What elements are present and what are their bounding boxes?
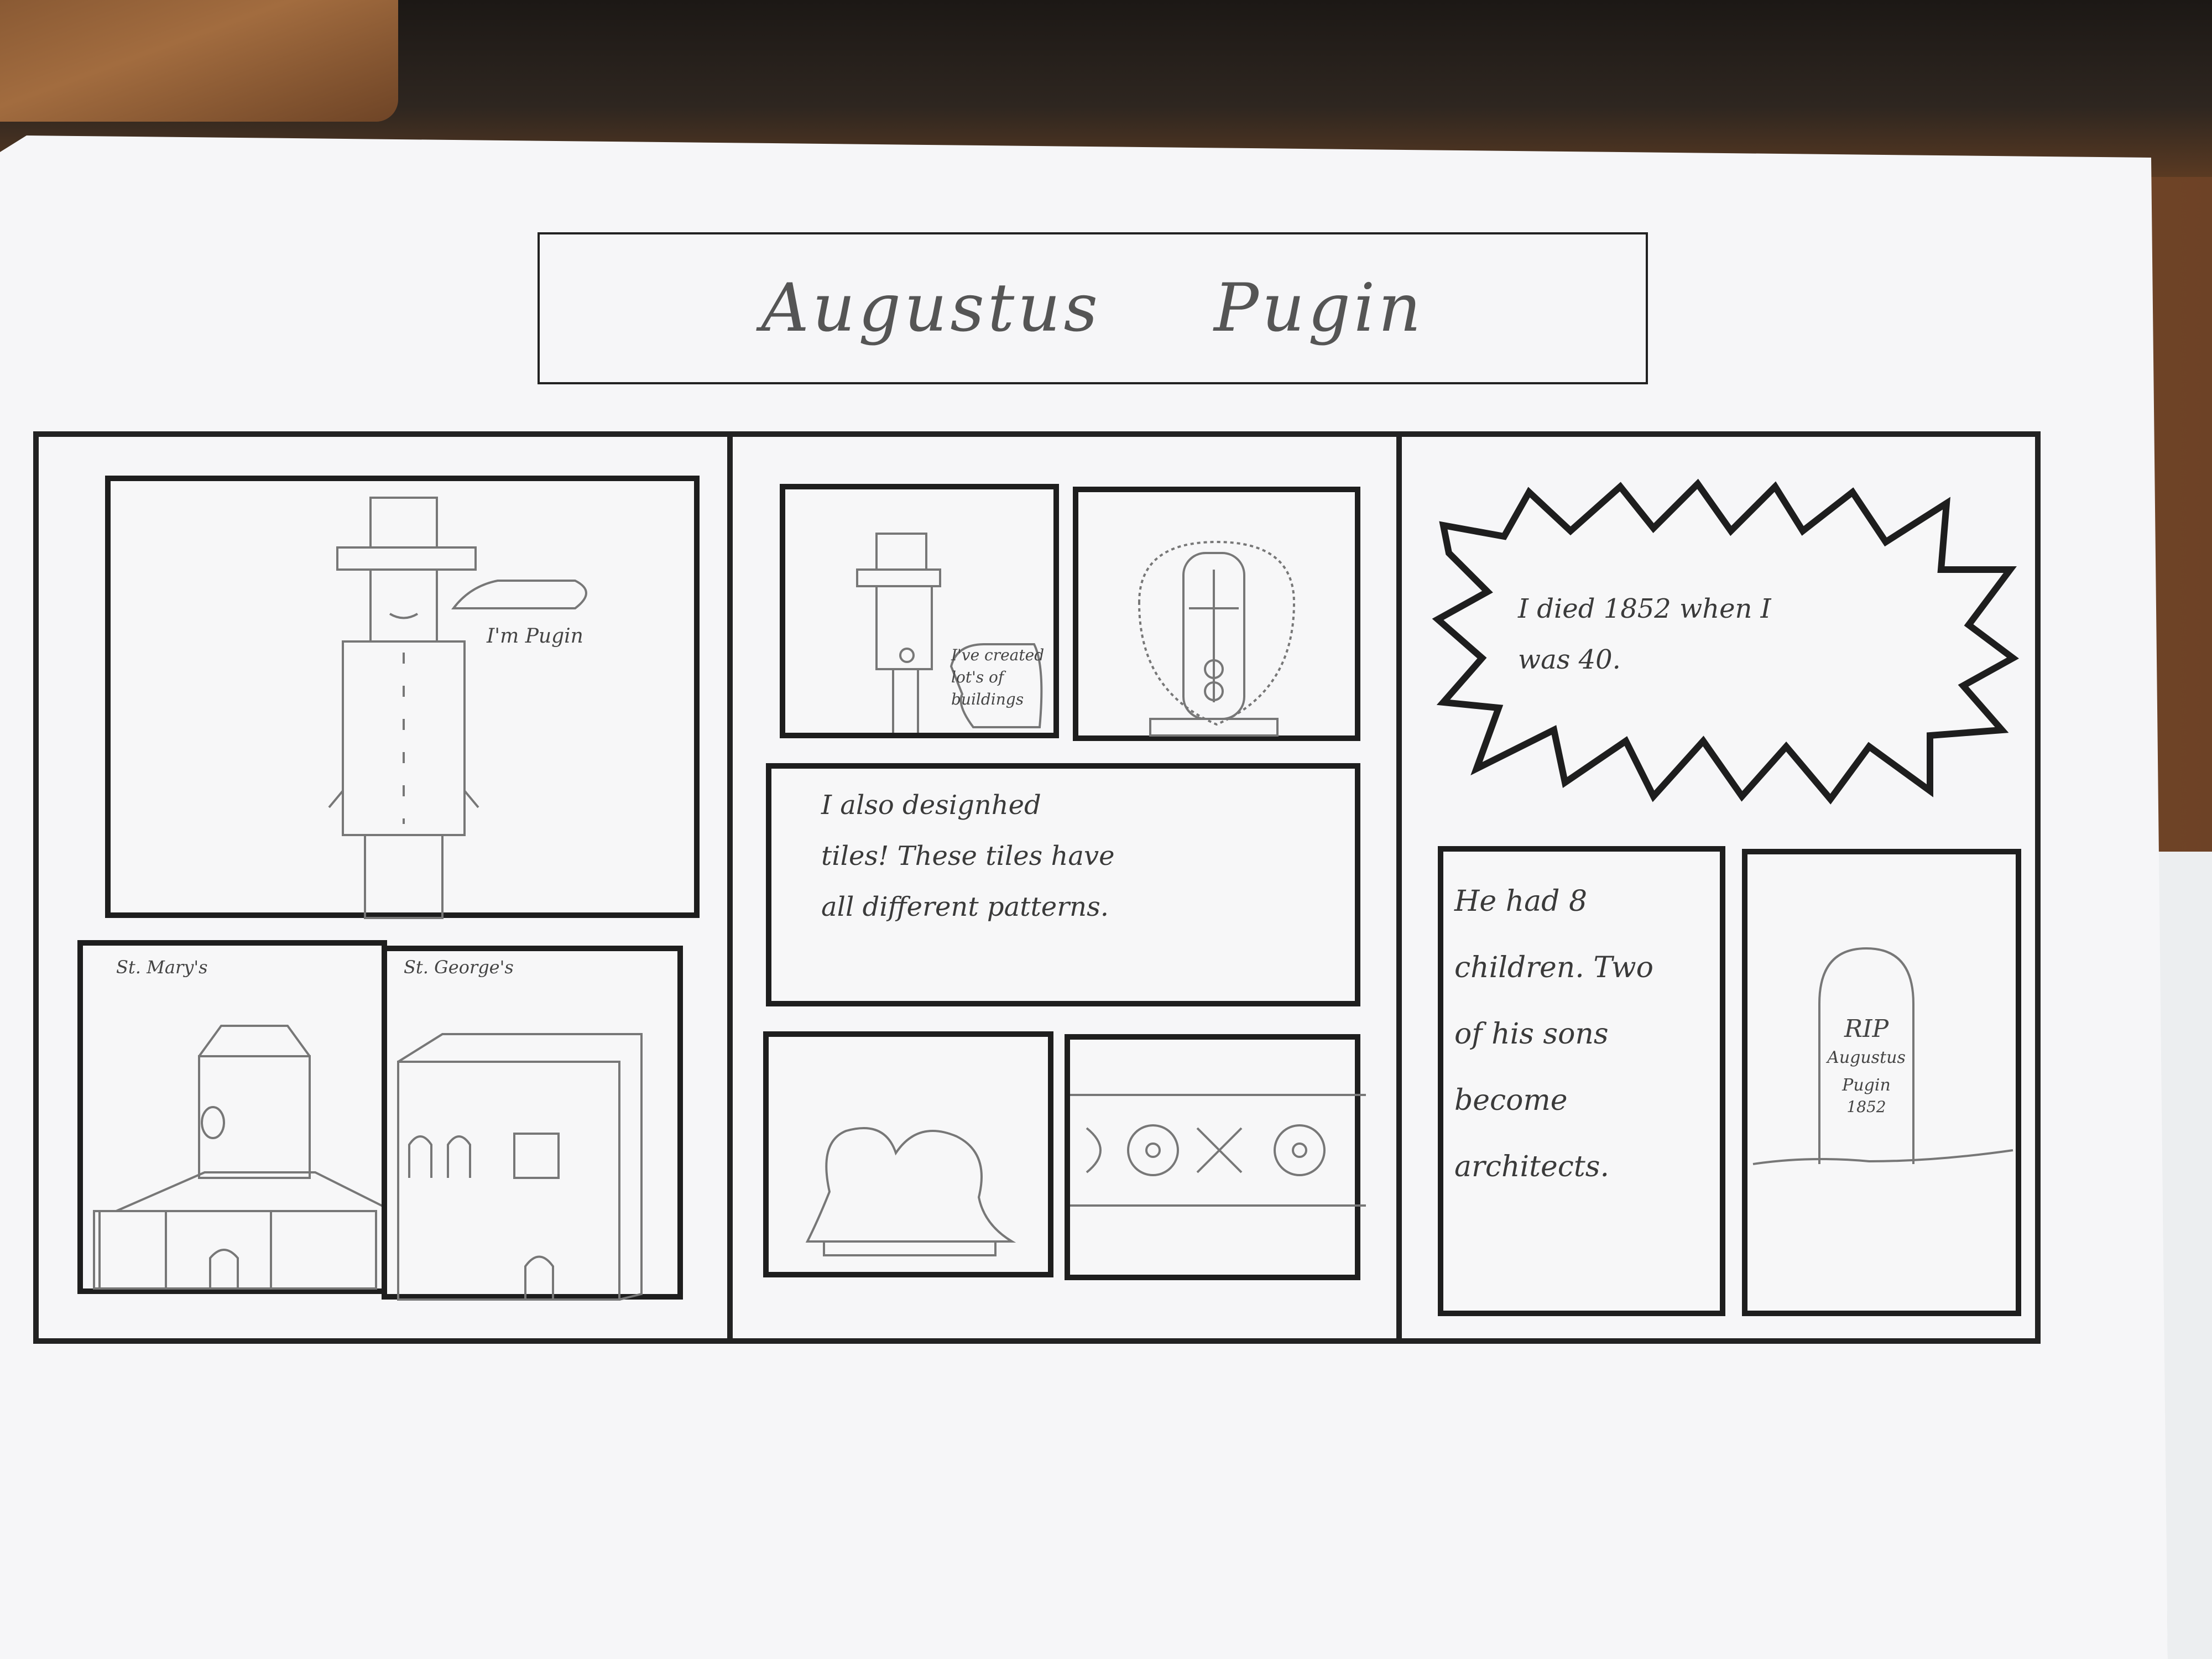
panel-death-burst: I died 1852 when I was 40. (1432, 478, 2020, 805)
death-text: I died 1852 when I was 40. (1518, 593, 1771, 675)
panel-tiles-caption: I also designhed tiles! These tiles have… (766, 763, 1360, 1006)
letter-m-tile-drawing (805, 1127, 1016, 1256)
column-divider-1 (727, 434, 733, 1341)
panel-st-marys: St. Mary's (77, 940, 393, 1294)
panel-pattern-tile (1065, 1034, 1366, 1280)
column-divider-2 (1396, 434, 1402, 1341)
panel-pugin-intro: I'm Pugin (105, 476, 700, 919)
tiles-caption-text: I also designhed tiles! These tiles have… (821, 790, 1115, 922)
flower-pattern-tile-drawing (1070, 1094, 1366, 1207)
panel-tile-design (1073, 487, 1360, 741)
cathedral-drawing (397, 1033, 643, 1301)
ornament-drawing (1138, 540, 1296, 737)
grave-name-last: Pugin (1842, 1076, 1891, 1095)
buildings-speech-bubble: I've created lot's of buildings (951, 646, 1045, 708)
pugin-figure-drawing (328, 497, 587, 919)
desk-corner (0, 0, 398, 122)
title-box: Augustus Pugin (538, 232, 1648, 384)
pugin-speech-bubble: I'm Pugin (487, 625, 583, 648)
children-caption-text: He had 8 children. Two of his sons becom… (1454, 885, 1653, 1183)
comic-title: Augustus Pugin (761, 270, 1425, 347)
grave-year: 1852 (1846, 1098, 1886, 1116)
panel-st-georges: St. George's (382, 946, 683, 1301)
panel-buildings: I've created lot's of buildings (780, 484, 1059, 738)
panel-letter-tile (763, 1031, 1053, 1277)
church-drawing (93, 1025, 393, 1290)
panel-children-caption: He had 8 children. Two of his sons becom… (1438, 846, 1725, 1316)
panel-grave: RIP Augustus Pugin 1852 (1742, 849, 2021, 1316)
grave-rip: RIP (1844, 1015, 1889, 1043)
grave-name-first: Augustus (1827, 1048, 1906, 1067)
